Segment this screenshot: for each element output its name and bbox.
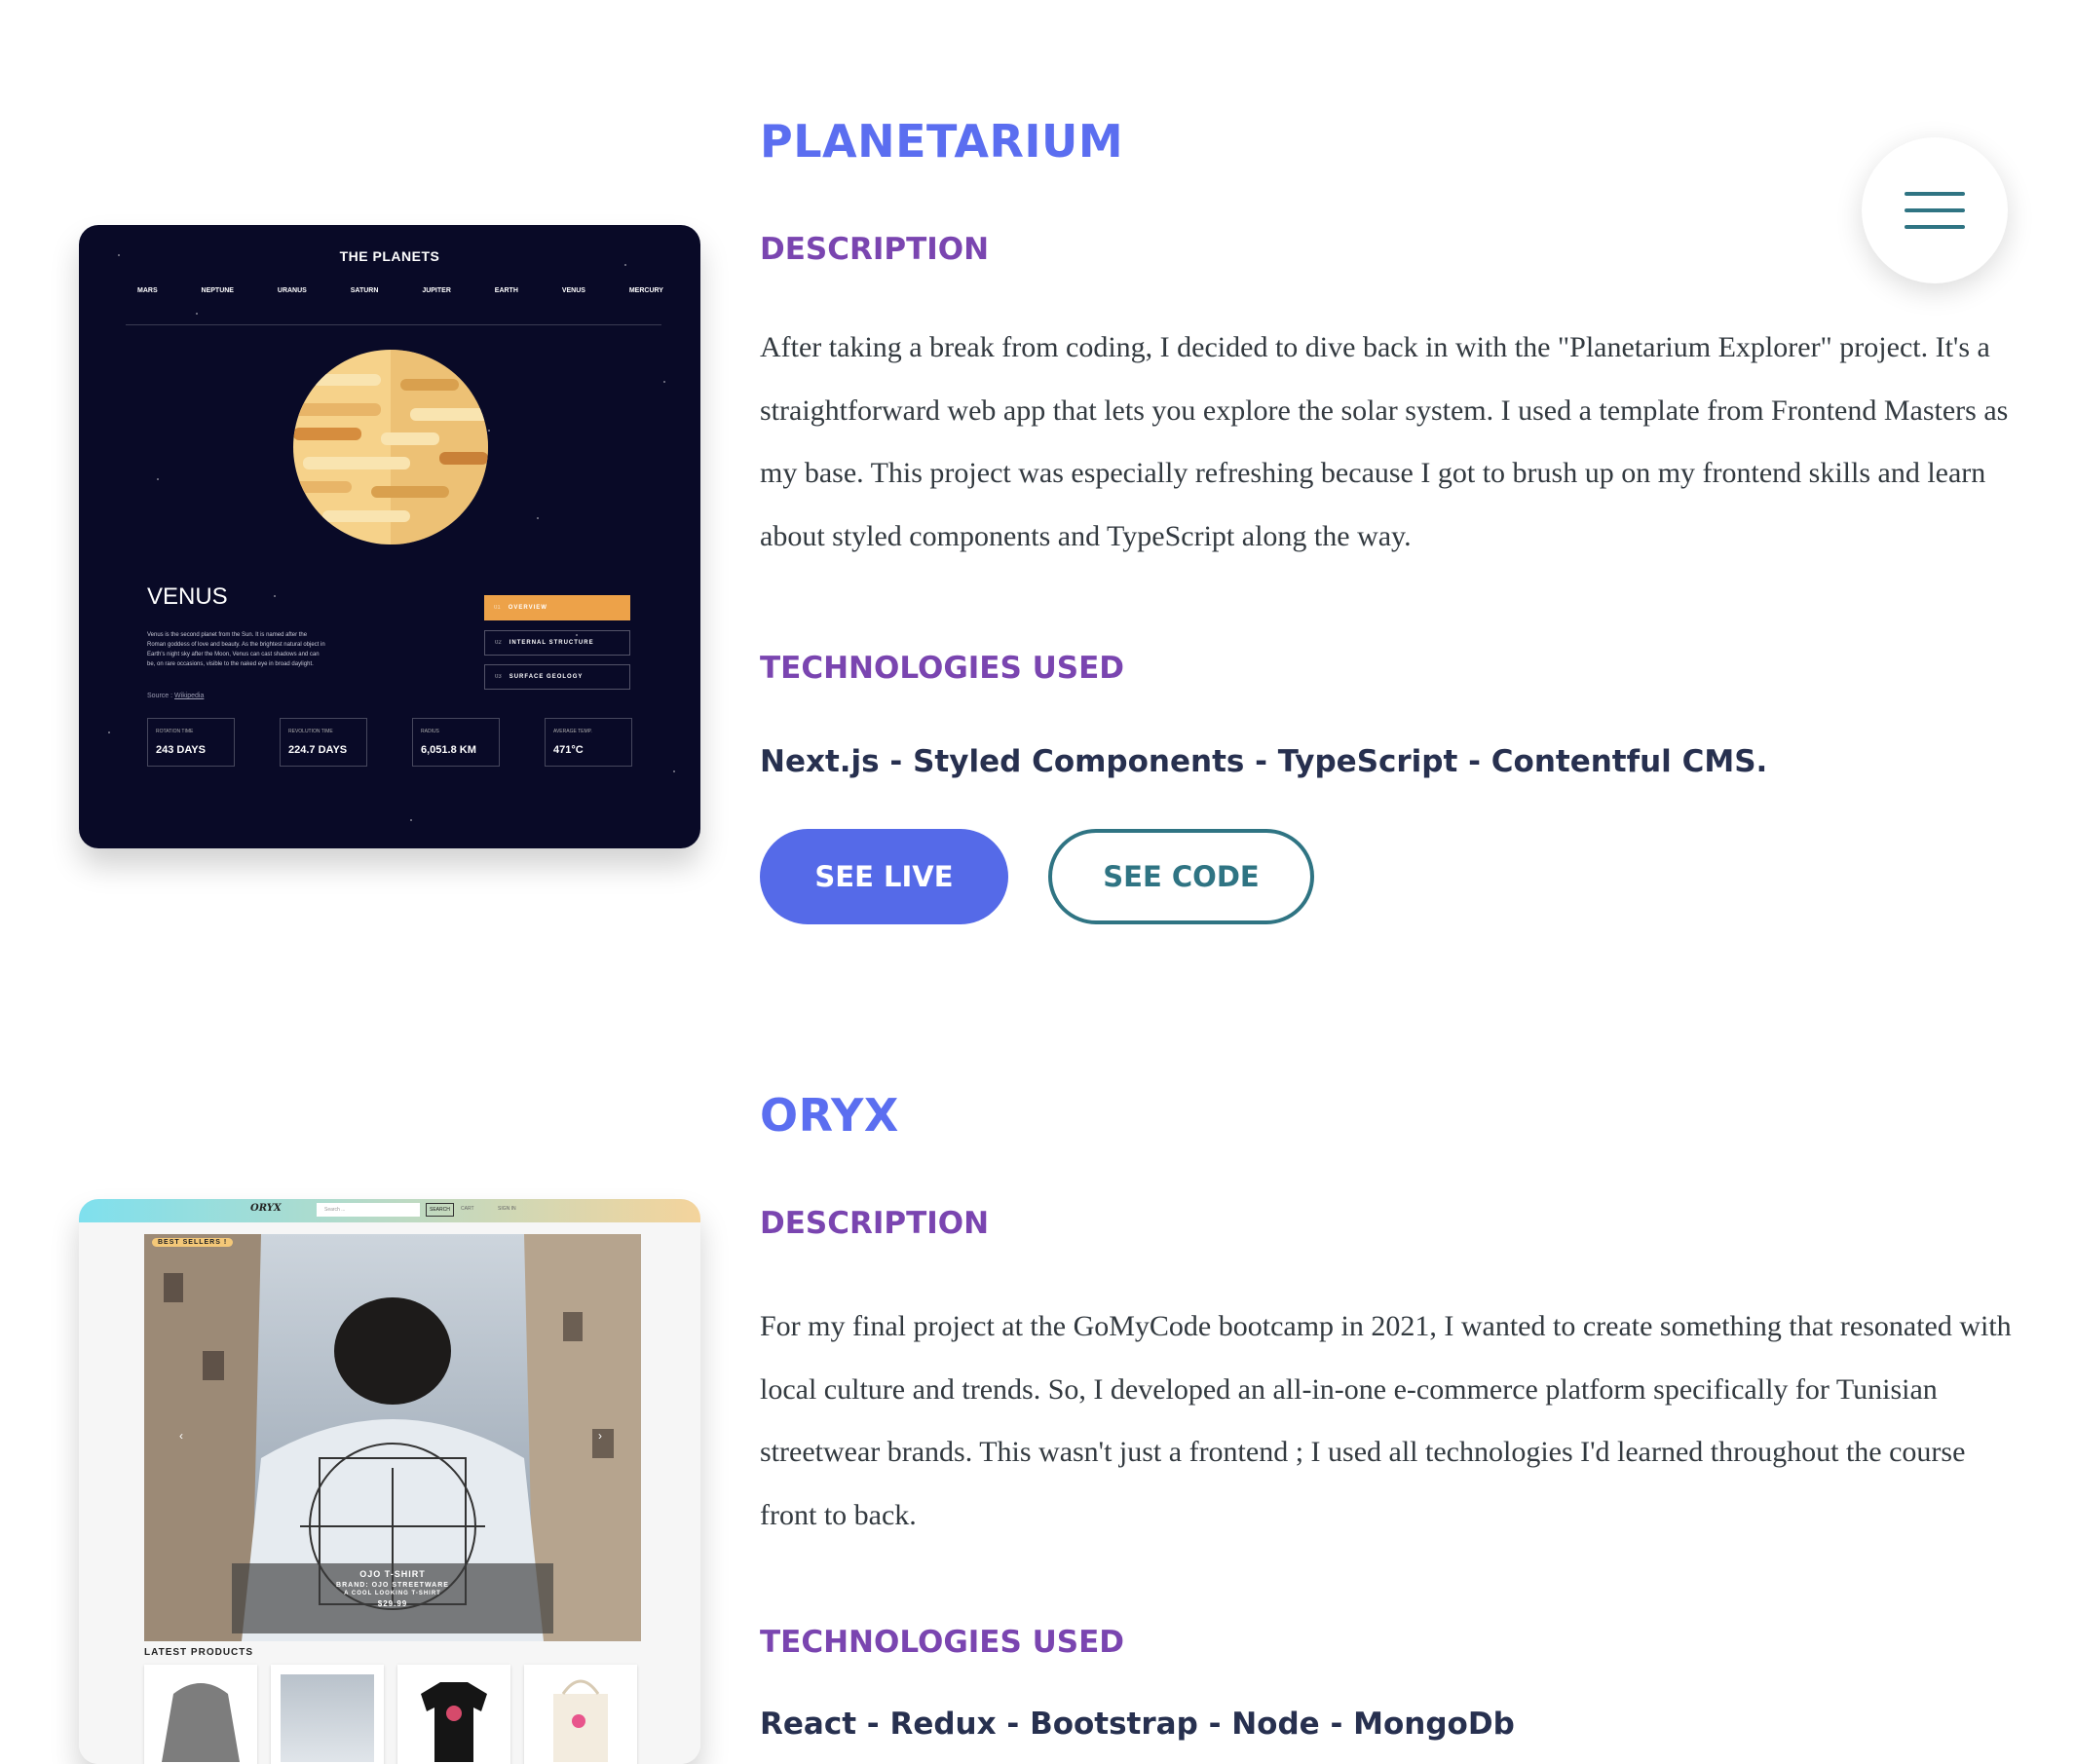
project-title: PLANETARIUM bbox=[760, 115, 1124, 168]
oryx-preview: ORYX Search ... SEARCH CART SIGN IN BEST… bbox=[79, 1199, 700, 1764]
planets-preview: THE PLANETS MARS NEPTUNE URANUS SATURN J… bbox=[79, 225, 700, 848]
preview-product-brand: BRAND: OJO STREETWARE bbox=[336, 1582, 449, 1589]
preview-stat-label: REVOLUTION TIME bbox=[288, 729, 333, 734]
technologies-heading: TECHNOLOGIES USED bbox=[760, 1625, 1124, 1660]
preview-nav-item: SATURN bbox=[350, 287, 379, 294]
preview-product-price: $29.99 bbox=[377, 1599, 408, 1608]
preview-nav-item: URANUS bbox=[277, 287, 307, 294]
preview-product-card[interactable] bbox=[271, 1665, 384, 1764]
preview-stat-value: 471°C bbox=[553, 744, 584, 756]
preview-search-button[interactable]: SEARCH bbox=[426, 1203, 454, 1217]
hamburger-menu-icon bbox=[1905, 192, 1965, 196]
preview-tab-structure[interactable]: 02 INTERNAL STRUCTURE bbox=[484, 630, 630, 656]
technologies-list: Next.js - Styled Components - TypeScript… bbox=[760, 744, 1768, 779]
venus-planet-illustration bbox=[293, 350, 488, 544]
preview-stat-box: REVOLUTION TIME 224.7 DAYS bbox=[280, 718, 367, 767]
menu-button[interactable] bbox=[1862, 137, 2008, 283]
preview-stat-value: 243 DAYS bbox=[156, 744, 206, 756]
preview-navbar: ORYX Search ... SEARCH CART SIGN IN bbox=[79, 1199, 700, 1222]
preview-tab-label: SURFACE GEOLOGY bbox=[509, 674, 584, 680]
preview-stat-label: AVERAGE TEMP. bbox=[553, 729, 592, 734]
preview-signin[interactable]: SIGN IN bbox=[498, 1206, 516, 1212]
preview-search-input[interactable]: Search ... bbox=[317, 1203, 420, 1217]
preview-latest-heading: LATEST PRODUCTS bbox=[144, 1647, 254, 1658]
technologies-list: React - Redux - Bootstrap - Node - Mongo… bbox=[760, 1707, 1515, 1742]
preview-cart[interactable]: CART bbox=[461, 1206, 474, 1212]
preview-planet-text: Venus is the second planet from the Sun.… bbox=[147, 632, 325, 667]
preview-badge: BEST SELLERS ! bbox=[152, 1238, 234, 1247]
preview-logo: ORYX bbox=[250, 1203, 282, 1214]
preview-tab-num: 03 bbox=[495, 674, 502, 680]
chevron-left-icon[interactable]: ‹ bbox=[179, 1429, 183, 1443]
project-screenshot[interactable]: ORYX Search ... SEARCH CART SIGN IN BEST… bbox=[79, 1199, 700, 1764]
preview-stat-label: RADIUS bbox=[421, 729, 439, 734]
project-title: ORYX bbox=[760, 1089, 899, 1142]
see-code-button[interactable]: SEE CODE bbox=[1048, 829, 1314, 924]
preview-stat-box: ROTATION TIME 243 DAYS bbox=[147, 718, 235, 767]
preview-product-name: OJO T-SHIRT bbox=[359, 1569, 426, 1579]
preview-nav-item: VENUS bbox=[561, 287, 585, 294]
description-heading: DESCRIPTION bbox=[760, 232, 990, 267]
project-description: For my final project at the GoMyCode boo… bbox=[760, 1310, 2012, 1531]
preview-caption: OJO T-SHIRT BRAND: OJO STREETWARE A COOL… bbox=[232, 1563, 553, 1633]
preview-nav-item: JUPITER bbox=[422, 287, 451, 294]
preview-source-link[interactable]: Wikipedia bbox=[174, 693, 204, 699]
preview-stat-value: 6,051.8 KM bbox=[421, 744, 476, 756]
preview-stat-value: 224.7 DAYS bbox=[288, 744, 348, 756]
preview-nav: MARS NEPTUNE URANUS SATURN JUPITER EARTH… bbox=[137, 287, 663, 294]
preview-product-card[interactable] bbox=[144, 1665, 257, 1764]
hoodie-image bbox=[162, 1683, 240, 1762]
see-live-button[interactable]: SEE LIVE bbox=[760, 829, 1008, 924]
project-description: After taking a break from coding, I deci… bbox=[760, 331, 2009, 552]
preview-nav-item: MARS bbox=[137, 287, 158, 294]
preview-stat-box: AVERAGE TEMP. 471°C bbox=[545, 718, 632, 767]
black-tshirt-image bbox=[421, 1682, 487, 1762]
preview-stat-box: RADIUS 6,051.8 KM bbox=[412, 718, 500, 767]
preview-nav-item: EARTH bbox=[494, 287, 518, 294]
preview-stat-label: ROTATION TIME bbox=[156, 729, 194, 734]
preview-tab-num: 02 bbox=[495, 640, 502, 646]
preview-divider bbox=[126, 324, 661, 325]
preview-tab-label: INTERNAL STRUCTURE bbox=[509, 640, 594, 646]
preview-product-card[interactable] bbox=[524, 1665, 637, 1764]
preview-source: Source : Wikipedia bbox=[147, 693, 204, 699]
preview-nav-item: NEPTUNE bbox=[201, 287, 234, 294]
preview-hero-carousel[interactable]: BEST SELLERS ! ‹ › OJO T-SHIRT BRAND: OJ… bbox=[144, 1234, 641, 1641]
preview-brand: THE PLANETS bbox=[339, 248, 440, 264]
preview-tab-num: 01 bbox=[494, 605, 501, 611]
tote-bag-image bbox=[553, 1679, 608, 1762]
technologies-heading: TECHNOLOGIES USED bbox=[760, 651, 1124, 686]
preview-product-card[interactable] bbox=[397, 1665, 510, 1764]
preview-product-desc: A COOL LOOKING T-SHIRT bbox=[344, 1591, 441, 1596]
project-screenshot[interactable]: THE PLANETS MARS NEPTUNE URANUS SATURN J… bbox=[79, 225, 700, 848]
preview-tab-geology[interactable]: 03 SURFACE GEOLOGY bbox=[484, 664, 630, 690]
preview-source-label: Source : bbox=[147, 693, 173, 699]
preview-nav-item: MERCURY bbox=[628, 287, 663, 294]
chevron-right-icon[interactable]: › bbox=[598, 1429, 602, 1443]
hamburger-menu-icon-line-3 bbox=[1905, 225, 1965, 229]
description-heading: DESCRIPTION bbox=[760, 1206, 990, 1241]
preview-planet-name: VENUS bbox=[147, 583, 228, 610]
preview-tab-label: OVERVIEW bbox=[508, 605, 547, 611]
hamburger-menu-icon-line-2 bbox=[1905, 208, 1965, 212]
tshirt-photo-image bbox=[281, 1674, 374, 1762]
preview-tab-overview[interactable]: 01 OVERVIEW bbox=[484, 595, 630, 620]
